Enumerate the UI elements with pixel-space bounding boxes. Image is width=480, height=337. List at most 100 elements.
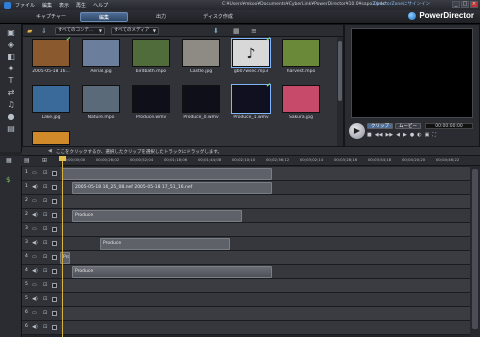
media-item[interactable] (27, 131, 75, 147)
audio-track-lane[interactable]: 2005-05-18 16_25_08.nef 2005-05-18 17_51… (60, 181, 470, 195)
maximize-button[interactable]: □ (461, 1, 469, 8)
audio-track-lane[interactable]: Produce (60, 265, 470, 279)
tab-produce[interactable]: 出力 (140, 12, 182, 22)
minimize-button[interactable]: _ (452, 1, 460, 8)
preview-tab-movie[interactable]: ムービー (395, 123, 421, 129)
stop-icon[interactable]: ■ (367, 132, 372, 138)
lock-icon[interactable]: ⊡ (43, 296, 47, 302)
fullscreen-icon[interactable]: ⛶ (432, 132, 436, 138)
menu-view[interactable]: 表示 (59, 2, 69, 9)
audio-mixing-icon[interactable]: ♫ (5, 100, 17, 109)
track-enable-checkbox[interactable] (52, 241, 57, 246)
timeline-scroll-thumb[interactable] (472, 169, 478, 329)
media-item[interactable]: Produce.wmv (127, 85, 175, 129)
menu-help[interactable]: ヘルプ (93, 2, 108, 9)
tab-disc[interactable]: ディスク作成 (190, 12, 246, 22)
fit-icon[interactable]: ⊞ (42, 157, 47, 164)
media-item-selected[interactable]: ♪ ✔ gb07wsec.mp3 (227, 37, 275, 83)
lock-icon[interactable]: ⊡ (43, 254, 47, 260)
track-enable-checkbox[interactable] (52, 283, 57, 288)
title-room-icon[interactable]: T (5, 76, 17, 85)
media-item[interactable]: Nature.mpo (77, 85, 125, 129)
pip-room-icon[interactable]: ◧ (5, 52, 17, 61)
audio-track-lane[interactable]: Produce (60, 209, 470, 223)
lock-icon[interactable]: ⊡ (43, 282, 47, 288)
content-filter-dropdown[interactable]: すべてのコンテ... ▼ (55, 27, 105, 35)
media-item[interactable]: harvest.mpo (277, 39, 325, 83)
track-enable-checkbox[interactable] (52, 185, 57, 190)
tab-capture[interactable]: キャプチャー (30, 12, 72, 22)
folder-icon[interactable]: ▰ (27, 27, 32, 35)
track-enable-checkbox[interactable] (52, 171, 57, 176)
preview-tab-clip[interactable]: クリップ (367, 123, 393, 129)
lock-icon[interactable]: ⊡ (43, 184, 47, 190)
menu-edit[interactable]: 編集 (42, 2, 52, 9)
import-icon[interactable]: ⇓ (41, 27, 47, 35)
audio-track-lane[interactable]: Produce (60, 237, 470, 251)
track-enable-checkbox[interactable] (52, 297, 57, 302)
track-enable-checkbox[interactable] (52, 213, 57, 218)
lock-icon[interactable]: ⊡ (43, 268, 47, 274)
lock-icon[interactable]: ⊡ (43, 226, 47, 232)
menu-file[interactable]: ファイル (15, 2, 35, 9)
track-enable-checkbox[interactable] (52, 255, 57, 260)
media-item-selected[interactable]: ✔ Produce_1.wmv (227, 83, 275, 129)
transition-room-icon[interactable]: ⇄ (5, 88, 17, 97)
media-filter-dropdown[interactable]: すべてのメディア ▼ (111, 27, 159, 35)
fast-forward-icon[interactable]: ▶▶ (385, 132, 393, 138)
effect-room-icon[interactable]: ◈ (5, 40, 17, 49)
play-button[interactable]: ▶ (349, 123, 365, 139)
audio-track-lane[interactable] (60, 293, 470, 307)
lock-icon[interactable]: ⊡ (43, 198, 47, 204)
track-enable-checkbox[interactable] (52, 199, 57, 204)
media-item[interactable]: Sakura.jpg (277, 85, 325, 129)
timeline-clip[interactable]: Produce (72, 266, 272, 278)
record-icon[interactable]: ● (410, 132, 414, 138)
timeline-clip[interactable] (62, 168, 272, 180)
playhead[interactable] (62, 156, 63, 337)
particle-room-icon[interactable]: ✦ (5, 64, 17, 73)
volume-icon[interactable]: ◐ (417, 132, 421, 138)
media-item[interactable]: Produce_0.wmv (177, 85, 225, 129)
library-view-icon[interactable]: ▦ (233, 27, 240, 35)
media-item[interactable]: Lake.jpg (27, 85, 75, 129)
split-icon[interactable]: $ (6, 176, 10, 184)
media-item[interactable]: ✔ 2005-05-18 16... (27, 37, 75, 83)
track-enable-checkbox[interactable] (52, 269, 57, 274)
menu-play[interactable]: 再生 (76, 2, 86, 9)
media-item[interactable]: Aerial.jpg (77, 39, 125, 83)
track-enable-checkbox[interactable] (52, 227, 57, 232)
video-track-lane[interactable] (60, 223, 470, 237)
media-item[interactable]: Castle.jpg (177, 39, 225, 83)
library-scroll-thumb[interactable] (338, 41, 342, 101)
next-frame-icon[interactable]: ▶ (403, 132, 407, 138)
media-room-icon[interactable]: ▣ (5, 28, 17, 37)
timeline-clip[interactable]: Produce (100, 238, 230, 250)
timeline-clip[interactable]: Produce (72, 210, 242, 222)
tab-edit[interactable]: 編集 (80, 12, 128, 22)
snapshot-icon[interactable]: ▣ (425, 132, 430, 138)
voice-over-icon[interactable]: ● (5, 112, 17, 121)
previous-frame-icon[interactable]: ◀ (396, 132, 400, 138)
storyboard-icon[interactable]: ▦ (6, 157, 12, 164)
timeline-scrollbar[interactable] (470, 166, 480, 337)
library-scrollbar[interactable] (337, 37, 343, 146)
library-menu-icon[interactable]: ≡ (251, 27, 257, 35)
video-track-lane[interactable] (60, 195, 470, 209)
timeline-view-icon[interactable]: ▤ (24, 157, 30, 164)
download-icon[interactable]: ⬇ (213, 27, 219, 35)
chapter-room-icon[interactable]: ▤ (5, 124, 17, 133)
video-track-lane[interactable] (60, 167, 470, 181)
close-button[interactable]: × (470, 1, 478, 8)
timeline-clip[interactable]: 2005-05-18 16_25_08.nef 2005-05-18 17_51… (72, 182, 272, 194)
track-enable-checkbox[interactable] (52, 311, 57, 316)
lock-icon[interactable]: ⊡ (43, 170, 47, 176)
media-item[interactable]: birdbath.mpo (127, 39, 175, 83)
audio-track-lane[interactable] (60, 321, 470, 335)
video-track-lane[interactable] (60, 307, 470, 321)
lock-icon[interactable]: ⊡ (43, 212, 47, 218)
lock-icon[interactable]: ⊡ (43, 240, 47, 246)
timecode-display[interactable]: 00:00:00:00 (425, 123, 473, 129)
timeline-ruler[interactable]: 00;00;00;00 00;00;26;02 00;00;52;04 00;0… (60, 156, 480, 166)
rewind-icon[interactable]: ◀◀ (375, 132, 383, 138)
